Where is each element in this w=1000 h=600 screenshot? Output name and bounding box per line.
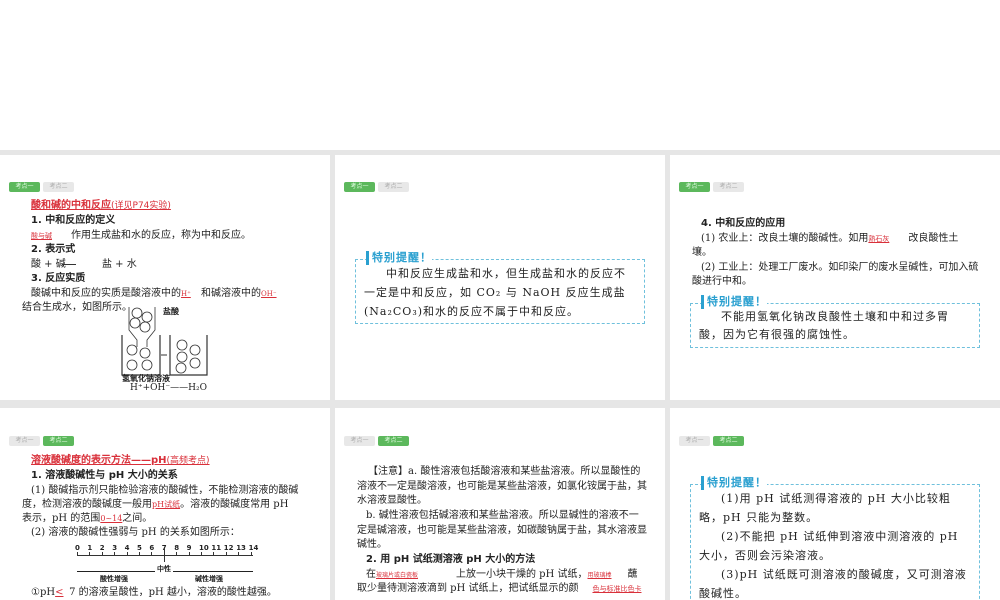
label-neutral: 中性 xyxy=(155,563,173,576)
note-line: 碱性。 xyxy=(357,539,387,550)
reminder-text: 中和反应生成盐和水，但生成盐和水的反应不一定是中和反应，如 CO₂ 与 NaOH… xyxy=(364,267,626,318)
slide-6[interactable]: 考点一 考点二 特别提醒！ (1)用 pH 试纸测得溶液的 pH 大小比较粗略，… xyxy=(670,408,1000,600)
section-title: 溶液酸碱度的表示方法——pH(高频考点) xyxy=(31,455,210,466)
definition-text: 作用生成盐和水的反应，称为中和反应。 xyxy=(71,230,251,241)
paragraph-line: 表示，pH 的范围0~14之间。 xyxy=(22,513,153,524)
special-reminder-box: 特别提醒！ 不能用氢氧化钠改良酸性土壤和中和过多胃酸，因为它有很强的腐蚀性。 xyxy=(690,295,980,348)
reminder-heading: 特别提醒！ xyxy=(701,476,767,490)
tab-kaodian-1[interactable]: 考点一 xyxy=(344,182,375,192)
ionic-equation: H⁺+OH⁻——H₂O xyxy=(130,383,207,393)
tab-kaodian-1[interactable]: 考点一 xyxy=(679,182,710,192)
paragraph-line: ①pH< 7 的溶液呈酸性，pH 越小，溶液的酸性越强。 xyxy=(31,587,277,598)
application-1-cont: 壤。 xyxy=(692,247,712,258)
heading-method: 2. 用 pH 试纸测溶液 pH 大小的方法 xyxy=(366,554,536,565)
slide-3[interactable]: 考点一 考点二 4. 中和反应的应用 (1) 农业上：改良土壤的酸碱性。如用熟石… xyxy=(670,155,1000,400)
formula-left: 酸 + 碱 xyxy=(31,259,66,270)
answer-blank: H⁺ xyxy=(181,290,191,298)
ph-scale-line xyxy=(77,555,253,556)
tab-kaodian-2[interactable]: 考点二 xyxy=(43,436,74,446)
arrow-icon xyxy=(62,264,76,265)
method-line: 在玻璃片或白瓷板 上放一小块干燥的 pH 试纸，用玻璃棒蘸 xyxy=(366,569,638,580)
label-acid-stronger: 酸性增强 xyxy=(100,575,128,583)
slide-5[interactable]: 考点一 考点二 【注意】a. 酸性溶液包括酸溶液和某些盐溶液。所以显酸性的 溶液… xyxy=(335,408,665,600)
reminder-item: (2)不能把 pH 试纸伸到溶液中测溶液的 pH 大小，否则会污染溶液。 xyxy=(699,530,959,562)
tab-kaodian-2[interactable]: 考点二 xyxy=(713,436,744,446)
heading-definition: 1. 中和反应的定义 xyxy=(31,215,116,226)
answer-blank: OH⁻ xyxy=(261,290,277,298)
method-line: 取少量待测溶液滴到 pH 试纸上，把试纸显示的颜 色与标准比色卡 xyxy=(357,583,642,594)
paragraph-line: 度，检测溶液的酸碱度一般用pH试纸。溶液的酸碱度常用 pH xyxy=(22,499,289,510)
tab-kaodian-2[interactable]: 考点二 xyxy=(713,182,744,192)
tab-kaodian-2[interactable]: 考点二 xyxy=(43,182,74,192)
note-line: 【注意】a. 酸性溶液包括酸溶液和某些盐溶液。所以显酸性的 xyxy=(368,466,641,477)
tab-kaodian-1[interactable]: 考点一 xyxy=(344,436,375,446)
heading-application: 4. 中和反应的应用 xyxy=(701,218,786,229)
answer-blank: pH试纸 xyxy=(152,500,181,509)
definition-line: 酸与碱 作用生成盐和水的反应，称为中和反应。 xyxy=(31,229,251,243)
application-2: (2) 工业上：处理工厂废水。如印染厂的废水呈碱性，可加入硫 xyxy=(701,262,979,273)
ph-scale: 01234567891011121314 xyxy=(75,542,258,562)
slide-1[interactable]: 考点一 考点二 酸和碱的中和反应(详见P74实验) 1. 中和反应的定义 酸与碱… xyxy=(0,155,330,400)
note-line: 水溶液显酸性。 xyxy=(357,495,427,506)
application-1: (1) 农业上：改良土壤的酸碱性。如用熟石灰 改良酸性土 xyxy=(701,233,959,244)
answer-blank: 用玻璃棒 xyxy=(587,572,612,579)
note-line: 溶液不一定是酸溶液，也可能是某些盐溶液，如氯化铵属于盐，其 xyxy=(357,481,647,492)
heading-formula: 2. 表示式 xyxy=(31,244,76,255)
heading-ph-relation: 1. 溶液酸碱性与 pH 大小的关系 xyxy=(31,470,178,481)
slide-2[interactable]: 考点一 考点二 特别提醒！ 中和反应生成盐和水，但生成盐和水的反应不一定是中和反… xyxy=(335,155,665,400)
reminder-item: (1)用 pH 试纸测得溶液的 pH 大小比较粗略，pH 只能为整数。 xyxy=(699,492,951,524)
note-line: 定是碱溶液，也可能是某些盐溶液，如碳酸钠属于盐，其水溶液显 xyxy=(357,525,647,536)
tab-kaodian-2[interactable]: 考点二 xyxy=(378,436,409,446)
answer-blank: 色与标准比色卡 xyxy=(592,585,642,593)
tab-kaodian-1[interactable]: 考点一 xyxy=(679,436,710,446)
special-reminder-box: 特别提醒！ (1)用 pH 试纸测得溶液的 pH 大小比较粗略，pH 只能为整数… xyxy=(690,476,980,600)
answer-blank: < xyxy=(55,587,64,598)
application-2-cont: 酸进行中和。 xyxy=(692,276,752,287)
tab-kaodian-1[interactable]: 考点一 xyxy=(9,436,40,446)
paragraph-line: (2) 溶液的酸碱性强弱与 pH 的关系如图所示： xyxy=(31,527,240,538)
label-hydrochloric-acid: 盐酸 xyxy=(163,307,179,316)
ref-link[interactable]: (详见P74实验) xyxy=(111,201,171,211)
heading-essence: 3. 反应实质 xyxy=(31,273,86,284)
answer-blank: 玻璃片或白瓷板 xyxy=(376,572,419,579)
label-base-stronger: 碱性增强 xyxy=(195,575,223,583)
answer-blank: 熟石灰 xyxy=(868,235,890,243)
answer-blank: 0~14 xyxy=(100,514,123,523)
formula-right: 盐 + 水 xyxy=(102,259,137,270)
special-reminder-box: 特别提醒！ 中和反应生成盐和水，但生成盐和水的反应不一定是中和反应，如 CO₂ … xyxy=(355,251,645,324)
reminder-heading: 特别提醒！ xyxy=(701,295,767,309)
reminder-text: 不能用氢氧化钠改良酸性土壤和中和过多胃酸，因为它有很强的腐蚀性。 xyxy=(699,310,949,341)
essence-line: 酸碱中和反应的实质是酸溶液中的H⁺ 和碱溶液中的OH⁻ xyxy=(31,287,281,301)
title-text: 酸和碱的中和反应 xyxy=(31,200,111,211)
answer-blank: 酸与碱 xyxy=(31,232,52,240)
note-line: b. 碱性溶液包括碱溶液和某些盐溶液。所以显碱性的溶液不一 xyxy=(366,510,639,521)
slide-4[interactable]: 考点一 考点二 溶液酸碱度的表示方法——pH(高频考点) 1. 溶液酸碱性与 p… xyxy=(0,408,330,600)
reminder-item: (3)pH 试纸既可测溶液的酸碱度，又可测溶液酸碱性。 xyxy=(699,568,967,600)
tab-kaodian-1[interactable]: 考点一 xyxy=(9,182,40,192)
section-title: 酸和碱的中和反应(详见P74实验) xyxy=(31,199,171,213)
tab-kaodian-2[interactable]: 考点二 xyxy=(378,182,409,192)
paragraph-line: (1) 酸碱指示剂只能检验溶液的酸碱性，不能检测溶液的酸碱 xyxy=(31,485,299,496)
reminder-heading: 特别提醒！ xyxy=(366,251,432,265)
